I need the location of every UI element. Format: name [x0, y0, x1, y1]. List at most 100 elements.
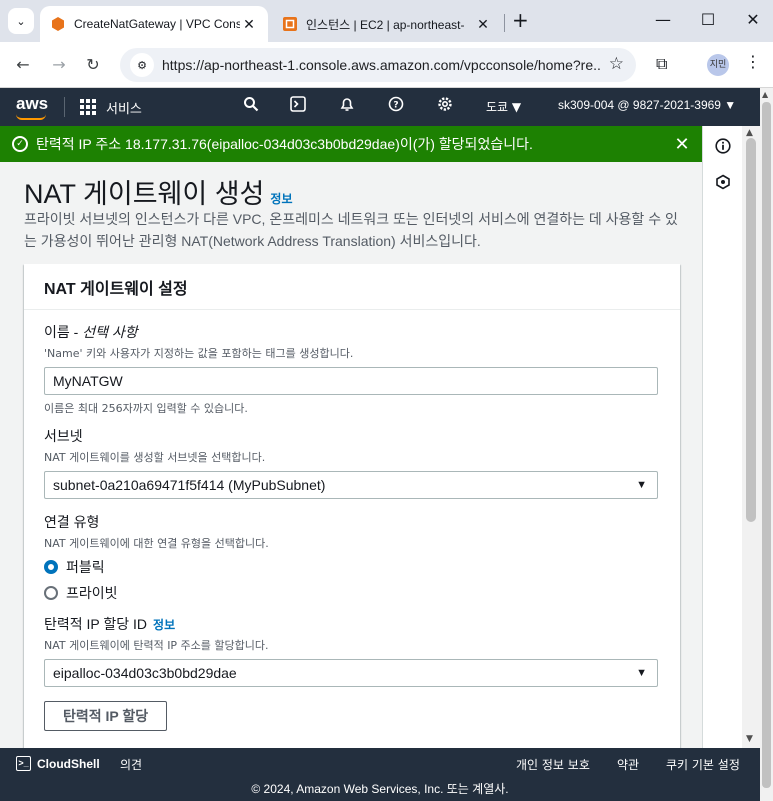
info-panel-icon[interactable]	[715, 138, 731, 154]
success-flash-banner: ✓ 탄력적 IP 주소 18.177.31.76(eipalloc-034d03…	[0, 126, 702, 162]
radio-public[interactable]: 퍼블릭	[44, 557, 660, 577]
name-field: 이름 - 선택 사항 'Name' 키와 사용자가 지정하는 값을 포함하는 태…	[44, 322, 660, 416]
ec2-favicon-icon	[283, 17, 297, 31]
close-window-button[interactable]: ✕	[733, 8, 773, 32]
window-scrollbar-thumb[interactable]	[762, 102, 771, 788]
eip-select[interactable]: eipalloc-034d03c3b0bd29dae ▼	[44, 659, 658, 687]
radio-private-label: 프라이빗	[66, 586, 118, 602]
subnet-description: NAT 게이트웨이를 생성할 서브넷을 선택합니다.	[44, 451, 266, 464]
tab-close-icon[interactable]: ✕	[474, 16, 492, 33]
tab-title: CreateNatGateway | VPC Cons	[74, 17, 240, 31]
caret-down-icon: ▼	[636, 479, 647, 491]
tab-create-nat-gateway[interactable]: CreateNatGateway | VPC Cons ✕	[40, 6, 268, 42]
info-link[interactable]: 정보	[270, 192, 292, 206]
region-selector[interactable]: 도쿄 ▼	[486, 98, 521, 115]
services-menu[interactable]: 서비스	[106, 98, 142, 117]
success-check-icon: ✓	[12, 136, 28, 152]
radio-selected-icon[interactable]	[44, 560, 58, 574]
settings-gear-icon[interactable]	[434, 96, 456, 116]
site-settings-icon[interactable]: ⚙	[130, 53, 154, 77]
profile-avatar[interactable]: 지민	[707, 54, 729, 76]
tab-search-button[interactable]: ⌄	[8, 8, 34, 34]
new-tab-button[interactable]: +	[512, 8, 529, 32]
main-content: NAT 게이트웨이 생성 정보 프라이빗 서브넷의 인스턴스가 다른 VPC, 온…	[0, 162, 702, 748]
scrollbar-thumb[interactable]	[746, 138, 756, 522]
radio-public-label: 퍼블릭	[66, 560, 105, 576]
tools-panel-rail	[702, 126, 742, 748]
content-scrollbar[interactable]: ▲ ▼	[742, 126, 760, 748]
aws-logo[interactable]: aws	[16, 94, 48, 120]
feedback-link[interactable]: 의견	[120, 756, 142, 773]
subnet-label: 서브넷	[44, 428, 83, 444]
back-icon[interactable]: ←	[10, 52, 36, 78]
vpc-favicon-icon	[52, 17, 64, 31]
connectivity-description: NAT 게이트웨이에 대한 연결 유형을 선택합니다.	[44, 537, 269, 550]
aws-top-nav: aws 서비스 ? 도쿄 ▼ sk309-004 @ 9827-2021-396…	[0, 88, 760, 126]
cookie-preferences-link[interactable]: 쿠키 기본 설정	[666, 756, 740, 773]
forward-icon[interactable]: →	[46, 52, 72, 78]
page-title: NAT 게이트웨이 생성 정보	[24, 172, 293, 211]
browser-tab-strip: ⌄ CreateNatGateway | VPC Cons ✕ 인스턴스 | E…	[0, 0, 773, 42]
subnet-select[interactable]: subnet-0a210a69471f5f414 (MyPubSubnet) ▼	[44, 471, 658, 499]
subnet-selected-value: subnet-0a210a69471f5f414 (MyPubSubnet)	[53, 477, 326, 493]
url-input[interactable]: ⚙ https://ap-northeast-1.console.aws.ama…	[120, 48, 636, 82]
eip-selected-value: eipalloc-034d03c3b0bd29dae	[53, 665, 237, 681]
maximize-button[interactable]: ☐	[688, 8, 728, 32]
name-input[interactable]: MyNATGW	[44, 367, 658, 395]
bookmark-star-icon[interactable]: ☆	[609, 54, 624, 74]
minimize-button[interactable]: —	[643, 8, 683, 32]
address-bar: ← → ↻ ⚙ https://ap-northeast-1.console.a…	[0, 42, 773, 88]
notifications-bell-icon[interactable]	[336, 96, 358, 116]
radio-unselected-icon[interactable]	[44, 586, 58, 600]
aws-smile-icon	[16, 114, 46, 120]
name-hint: 이름은 최대 256자까지 입력할 수 있습니다.	[44, 402, 248, 415]
cloudshell-button[interactable]: >_ CloudShell	[16, 756, 100, 771]
feedback-panel-icon[interactable]	[715, 174, 731, 190]
allocate-eip-button[interactable]: 탄력적 IP 할당	[44, 701, 168, 731]
name-description: 'Name' 키와 사용자가 지정하는 값을 포함하는 태그를 생성합니다.	[44, 347, 354, 360]
radio-private[interactable]: 프라이빗	[44, 583, 660, 603]
name-label: 이름 - 선택 사항	[44, 322, 660, 342]
help-icon[interactable]: ?	[385, 96, 407, 116]
tab-separator	[504, 14, 505, 32]
eip-description: NAT 게이트웨이에 탄력적 IP 주소를 할당합니다.	[44, 639, 269, 652]
connectivity-label: 연결 유형	[44, 514, 100, 530]
tab-title: 인스턴스 | EC2 | ap-northeast-	[306, 17, 465, 32]
tab-close-icon[interactable]: ✕	[240, 16, 258, 33]
terms-link[interactable]: 약관	[617, 756, 639, 773]
eip-label-text: 탄력적 IP 할당 ID	[44, 616, 148, 632]
eip-field: 탄력적 IP 할당 ID 정보 NAT 게이트웨이에 탄력적 IP 주소를 할당합…	[44, 614, 660, 731]
optional-label: 선택 사항	[82, 324, 138, 340]
nav-divider	[64, 97, 65, 117]
cloudshell-icon: >_	[16, 756, 31, 771]
search-icon[interactable]	[240, 96, 262, 116]
extensions-icon[interactable]: ⧉	[656, 54, 667, 74]
services-grid-icon[interactable]	[80, 99, 96, 115]
svg-text:?: ?	[393, 101, 398, 111]
browser-menu-icon[interactable]: ⋮	[745, 52, 761, 71]
dismiss-flash-icon[interactable]: ✕	[662, 134, 702, 155]
flash-message: 탄력적 IP 주소 18.177.31.76(eipalloc-034d03c3…	[36, 136, 533, 152]
caret-down-icon: ▼	[636, 667, 647, 679]
page-description: 프라이빗 서브넷의 인스턴스가 다른 VPC, 온프레미스 네트워크 또는 인터…	[24, 211, 678, 249]
eip-label: 탄력적 IP 할당 ID 정보	[44, 614, 660, 634]
tab-ec2-instances[interactable]: 인스턴스 | EC2 | ap-northeast- ✕	[272, 6, 502, 42]
subnet-field: 서브넷 NAT 게이트웨이를 생성할 서브넷을 선택합니다. subnet-0a…	[44, 426, 660, 499]
copyright: © 2024, Amazon Web Services, Inc. 또는 계열사…	[251, 782, 509, 796]
reload-icon[interactable]: ↻	[80, 52, 106, 78]
eip-info-link[interactable]: 정보	[153, 618, 175, 632]
window-scroll-up-icon[interactable]: ▲	[762, 90, 768, 99]
privacy-link[interactable]: 개인 정보 보호	[516, 756, 590, 773]
panel-header: NAT 게이트웨이 설정	[24, 264, 680, 310]
window-scrollbar[interactable]: ▲	[760, 88, 773, 801]
name-label-text: 이름 -	[44, 324, 83, 340]
account-menu[interactable]: sk309-004 @ 9827-2021-3969 ▼	[558, 98, 736, 112]
console-footer: >_ CloudShell 의견 개인 정보 보호 약관 쿠키 기본 설정 © …	[0, 748, 760, 801]
scroll-up-icon[interactable]: ▲	[746, 128, 753, 138]
scroll-down-icon[interactable]: ▼	[746, 734, 753, 744]
cloudshell-icon[interactable]	[287, 96, 309, 116]
cloudshell-label: CloudShell	[37, 756, 100, 771]
url-text: https://ap-northeast-1.console.aws.amazo…	[162, 57, 602, 73]
page-title-text: NAT 게이트웨이 생성	[24, 179, 265, 209]
connectivity-field: 연결 유형 NAT 게이트웨이에 대한 연결 유형을 선택합니다. 퍼블릭 프라…	[44, 512, 660, 603]
